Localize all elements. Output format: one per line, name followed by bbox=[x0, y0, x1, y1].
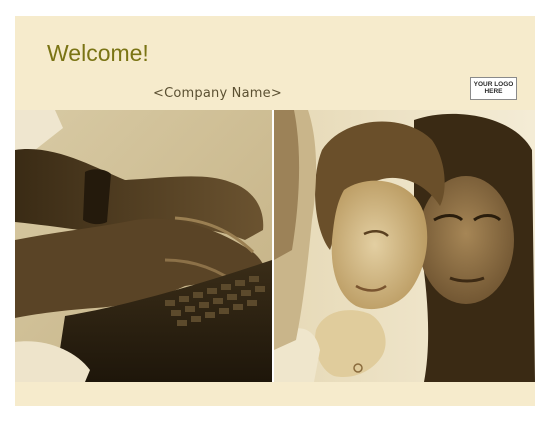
company-name-placeholder: <Company Name> bbox=[153, 86, 282, 101]
typing-hands-photo bbox=[15, 110, 272, 382]
welcome-title: Welcome! bbox=[47, 40, 149, 66]
slide-template: Welcome! <Company Name> YOUR LOGO HERE bbox=[15, 16, 535, 406]
logo-placeholder: YOUR LOGO HERE bbox=[470, 77, 517, 100]
two-women-photo bbox=[274, 110, 535, 382]
